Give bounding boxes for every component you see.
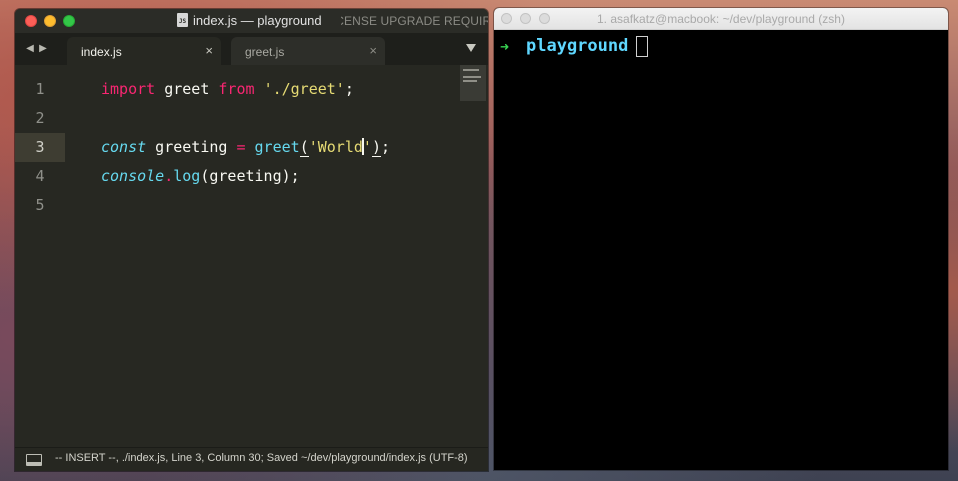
import-keyword: import bbox=[101, 80, 156, 98]
prompt-arrow-icon: ➜ bbox=[500, 38, 510, 56]
terminal-titlebar: 1. asafkatz@macbook: ~/dev/playground (z… bbox=[494, 8, 948, 30]
minimap[interactable] bbox=[460, 65, 486, 101]
zoom-window-button[interactable] bbox=[63, 15, 75, 27]
forward-arrow-icon[interactable]: ▶ bbox=[36, 42, 50, 56]
minimap-line bbox=[463, 69, 479, 71]
minimap-line bbox=[463, 80, 477, 82]
call-args: (greeting); bbox=[200, 167, 300, 185]
line-number: 1 bbox=[35, 80, 45, 98]
license-notice: LICENSE UPGRADE REQUIRED bbox=[325, 14, 488, 28]
editor-titlebar: JS LICENSE UPGRADE REQUIRED index.js — p… bbox=[15, 9, 488, 33]
editor-window: JS LICENSE UPGRADE REQUIRED index.js — p… bbox=[15, 9, 488, 471]
minimap-line bbox=[463, 76, 481, 78]
terminal-body[interactable]: ➜ playground bbox=[494, 30, 948, 470]
import-path-string: './greet' bbox=[263, 80, 345, 98]
status-text: -- INSERT --, ./index.js, Line 3, Column… bbox=[55, 452, 468, 464]
console-object: console bbox=[101, 167, 165, 185]
code-line[interactable]: console.log(greeting); bbox=[101, 162, 300, 191]
line-number-active: 3 bbox=[15, 133, 65, 162]
identifier: greet bbox=[155, 80, 219, 98]
string-literal: 'World bbox=[308, 138, 363, 156]
close-tab-icon[interactable]: × bbox=[205, 43, 213, 58]
tab-dropdown-icon[interactable] bbox=[466, 44, 476, 52]
line-number: 4 bbox=[35, 167, 45, 185]
from-keyword: from bbox=[218, 80, 255, 98]
open-paren: ( bbox=[299, 138, 309, 157]
terminal-window: 1. asafkatz@macbook: ~/dev/playground (z… bbox=[494, 8, 948, 470]
identifier: greeting bbox=[146, 138, 237, 156]
line-number-gutter: 1 2 3 4 5 bbox=[15, 65, 65, 455]
line-number: 5 bbox=[35, 196, 45, 214]
tab-index-js[interactable]: index.js × bbox=[67, 37, 221, 65]
tab-greet-js[interactable]: greet.js × bbox=[231, 37, 385, 65]
panel-toggle-icon[interactable] bbox=[26, 454, 42, 466]
log-method: log bbox=[173, 167, 201, 185]
code-line-active[interactable]: const greeting = greet('World'); bbox=[101, 133, 390, 162]
close-paren: ) bbox=[371, 138, 381, 157]
terminal-title: 1. asafkatz@macbook: ~/dev/playground (z… bbox=[597, 12, 845, 26]
status-bar: -- INSERT --, ./index.js, Line 3, Column… bbox=[15, 447, 488, 471]
tab-bar: ◀ ▶ index.js × greet.js × bbox=[15, 33, 488, 65]
assign-operator: = bbox=[236, 138, 246, 156]
minimize-window-button[interactable] bbox=[44, 15, 56, 27]
js-file-icon: JS bbox=[177, 13, 188, 27]
code-line[interactable]: import greet from './greet'; bbox=[101, 75, 354, 104]
member-dot: . bbox=[164, 167, 174, 185]
function-call: greet bbox=[254, 138, 300, 156]
tab-label: greet.js bbox=[245, 45, 285, 59]
editor-window-title: index.js — playground bbox=[193, 13, 322, 28]
semicolon: ; bbox=[380, 138, 390, 156]
tab-label: index.js bbox=[81, 45, 122, 59]
line-number: 2 bbox=[35, 109, 45, 127]
semicolon: ; bbox=[344, 80, 354, 98]
back-arrow-icon[interactable]: ◀ bbox=[23, 42, 37, 56]
const-keyword: const bbox=[101, 138, 147, 156]
close-window-button[interactable] bbox=[25, 15, 37, 27]
string-literal-end: ' bbox=[362, 138, 372, 156]
terminal-cursor bbox=[636, 36, 648, 57]
prompt-directory: playground bbox=[526, 36, 629, 56]
close-tab-icon[interactable]: × bbox=[369, 43, 377, 58]
